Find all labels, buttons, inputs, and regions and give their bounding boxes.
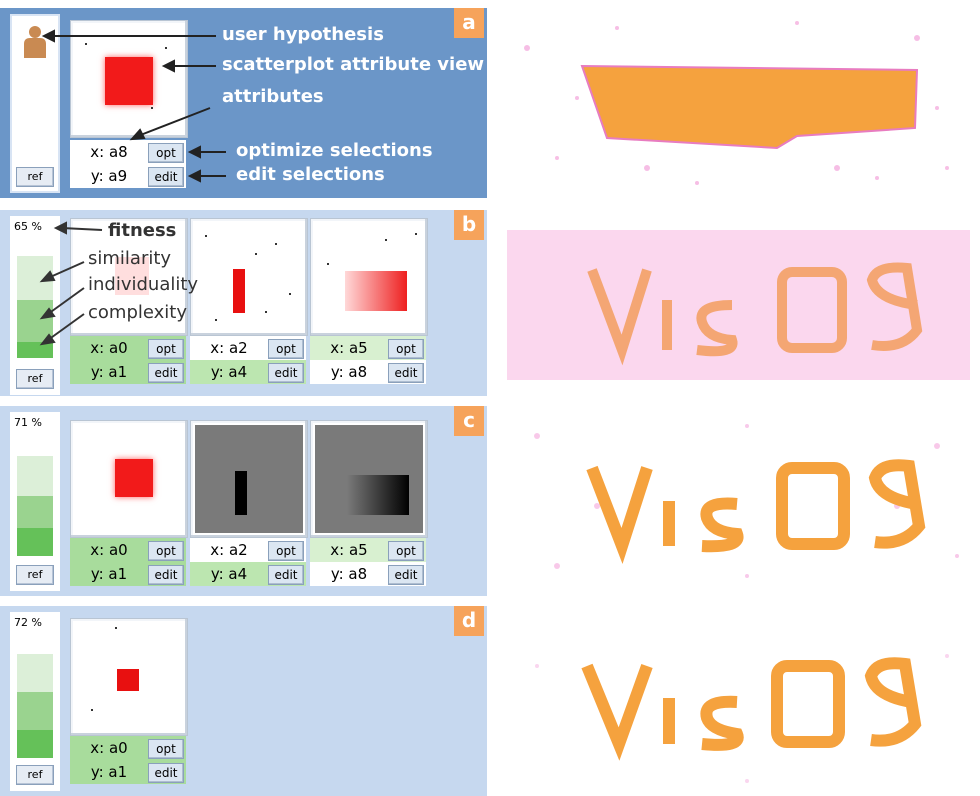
fitness-value: 71 % bbox=[14, 416, 42, 429]
y-attribute-label: y: a8 bbox=[330, 565, 368, 583]
volume-rendering-d bbox=[497, 606, 980, 796]
x-attribute-label: x: a5 bbox=[330, 541, 368, 559]
annotation-optimize: optimize selections bbox=[236, 140, 433, 161]
edit-button[interactable]: edit bbox=[388, 565, 424, 585]
edit-button[interactable]: edit bbox=[148, 763, 184, 783]
individuality-bar bbox=[17, 496, 53, 528]
volume-rendering-a bbox=[497, 8, 980, 198]
y-attribute-label: y: a1 bbox=[90, 763, 128, 781]
annotation-user-hypothesis: user hypothesis bbox=[222, 24, 384, 45]
edit-button[interactable]: edit bbox=[268, 565, 304, 585]
volume-rendering-b bbox=[497, 210, 980, 396]
similarity-bar bbox=[17, 456, 53, 496]
panel-a: a ref x: a8 opt y: a9 edit user hypothes… bbox=[0, 8, 487, 198]
panel-letter-d: d bbox=[454, 606, 484, 636]
annotation-attributes: attributes bbox=[222, 86, 324, 107]
opt-button[interactable]: opt bbox=[148, 541, 184, 561]
complexity-bar bbox=[17, 730, 53, 758]
fitness-column: 71 % ref bbox=[10, 412, 60, 591]
plot-controls-1: x: a0 opt y: a1 edit bbox=[70, 736, 186, 784]
plot-controls-3: x: a5 opt y: a8 edit bbox=[310, 538, 426, 586]
y-attribute-label: y: a4 bbox=[210, 565, 248, 583]
panel-b: b 65 % ref x: a0 opt y: a1 edit x: a2 opt y… bbox=[0, 210, 487, 396]
annotation-scatterplot-view: scatterplot attribute view bbox=[222, 54, 485, 75]
panel-c: c 71 % ref x: a0 opt y: a1 edit x: a2 opt y… bbox=[0, 406, 487, 596]
scatterplot-1[interactable] bbox=[70, 618, 188, 736]
individuality-bar bbox=[17, 692, 53, 730]
opt-button[interactable]: opt bbox=[148, 739, 184, 759]
panel-letter-c: c bbox=[454, 406, 484, 436]
scatterplot-3[interactable] bbox=[310, 420, 428, 538]
edit-button[interactable]: edit bbox=[148, 565, 184, 585]
plot-controls-2: x: a2 opt y: a4 edit bbox=[190, 538, 306, 586]
scatterplot-2[interactable] bbox=[190, 420, 308, 538]
opt-button[interactable]: opt bbox=[388, 541, 424, 561]
annotation-edit: edit selections bbox=[236, 164, 385, 185]
ref-button[interactable]: ref bbox=[16, 765, 54, 785]
fitness-annotation-arrows bbox=[39, 221, 103, 346]
plot-controls-1: x: a0 opt y: a1 edit bbox=[70, 538, 186, 586]
annotation-similarity: similarity bbox=[88, 248, 172, 269]
x-attribute-label: x: a0 bbox=[90, 739, 128, 757]
panel-d: d 72 % ref x: a0 opt y: a1 edit bbox=[0, 606, 487, 796]
x-attribute-label: x: a2 bbox=[210, 541, 248, 559]
volume-rendering-c bbox=[497, 406, 980, 596]
scatterplot-1[interactable] bbox=[70, 420, 188, 538]
fitness-value: 72 % bbox=[14, 616, 42, 629]
complexity-bar bbox=[17, 528, 53, 556]
opt-button[interactable]: opt bbox=[268, 541, 304, 561]
similarity-bar bbox=[17, 654, 53, 692]
ref-button[interactable]: ref bbox=[16, 565, 54, 585]
annotation-complexity: complexity bbox=[88, 302, 187, 323]
x-attribute-label: x: a0 bbox=[90, 541, 128, 559]
fitness-column: 72 % ref bbox=[10, 612, 60, 791]
annotation-fitness: fitness bbox=[108, 220, 177, 241]
annotation-individuality: individuality bbox=[88, 274, 199, 295]
y-attribute-label: y: a1 bbox=[90, 565, 128, 583]
